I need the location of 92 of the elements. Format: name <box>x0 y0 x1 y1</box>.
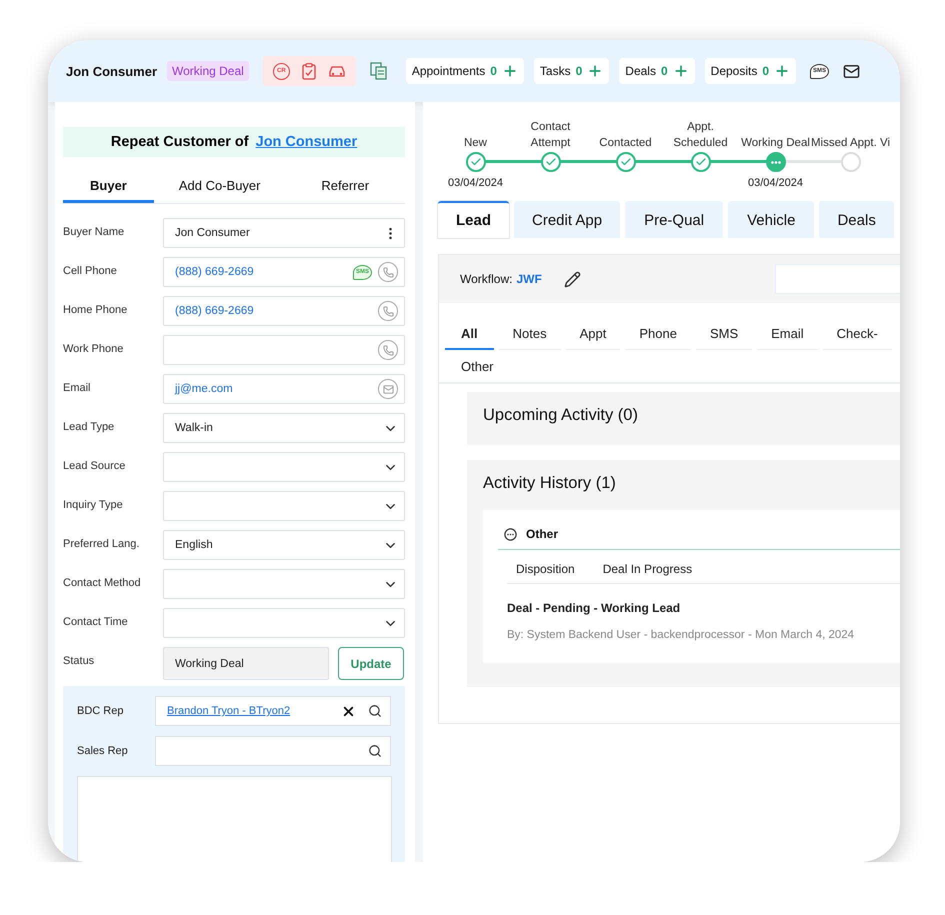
mail-icon[interactable] <box>843 62 860 80</box>
input-field[interactable]: jj@me.com <box>163 374 405 404</box>
step-label: New <box>464 136 487 151</box>
notes-field[interactable] <box>77 776 392 862</box>
rep-label: Sales Rep <box>77 744 129 757</box>
search-field[interactable] <box>775 264 900 294</box>
ellipsis-icon <box>770 160 780 164</box>
buyer-tab[interactable]: Buyer <box>63 171 154 203</box>
step-label: Contacted <box>599 136 652 151</box>
input-field[interactable]: Jon Consumer <box>163 218 405 248</box>
status-field: Working Deal <box>163 647 329 680</box>
select-field[interactable] <box>163 491 405 521</box>
section-tab[interactable]: Credit App <box>514 201 620 238</box>
activity-tab[interactable]: Email <box>757 318 818 350</box>
workflow-label: Workflow: <box>460 272 512 286</box>
counter-button[interactable]: Tasks 0 <box>534 58 610 84</box>
field-label: Contact Time <box>63 615 129 628</box>
step-label: Contact Attempt <box>530 120 570 151</box>
activity-tab[interactable]: Phone <box>625 318 691 350</box>
workflow-value: JWF <box>516 272 542 286</box>
field-label: Buyer Name <box>63 225 126 238</box>
step-date: 03/04/2024 <box>748 176 804 191</box>
entry-type: Other <box>526 527 558 541</box>
card-title: Upcoming Activity (0) <box>483 406 639 425</box>
activity-tab[interactable]: All <box>445 318 494 350</box>
counter-button[interactable]: Deposits 0 <box>704 58 796 84</box>
checklist-icon[interactable] <box>302 62 316 80</box>
plus-icon <box>502 63 518 79</box>
entry-summary: Deal - Pending - Working Lead <box>506 600 682 615</box>
select-field[interactable] <box>163 608 405 638</box>
field-label: Work Phone <box>63 342 124 355</box>
car-icon[interactable] <box>328 64 346 78</box>
input-field[interactable]: (888) 669-2669 <box>163 296 405 326</box>
field-label: Lead Type <box>63 420 116 433</box>
entry-byline: By: System Backend User - backendprocessor - Mon March 4, 2024 <box>506 628 856 641</box>
phone-icon[interactable] <box>378 301 398 321</box>
field-label: Status <box>63 654 96 667</box>
status-badge: Working Deal <box>167 61 249 81</box>
edit-icon[interactable] <box>564 270 581 288</box>
documents-icon[interactable] <box>370 62 388 80</box>
activity-tab[interactable]: SMS <box>696 318 752 350</box>
plus-icon <box>587 63 604 79</box>
check-icon <box>544 156 556 168</box>
activity-tab[interactable]: Appt <box>566 318 620 350</box>
search-icon[interactable] <box>368 704 382 718</box>
phone-icon[interactable] <box>378 262 398 282</box>
rep-label: BDC Rep <box>77 704 124 717</box>
rep-link[interactable]: Brandon Tryon - BTryon2 <box>167 705 329 717</box>
step-label: Missed Appt. Vi <box>810 136 890 151</box>
rep-field[interactable] <box>155 736 391 766</box>
ellipsis-circle-icon <box>504 528 517 540</box>
select-field[interactable]: Walk-in <box>163 413 405 443</box>
buyer-tab[interactable]: Add Co-Buyer <box>154 171 286 203</box>
field-label: Lead Source <box>63 459 126 472</box>
card-title: Activity History (1) <box>483 474 617 493</box>
step-label: Working Deal <box>741 136 810 151</box>
field-label: Cell Phone <box>63 264 118 277</box>
input-field[interactable] <box>163 335 405 365</box>
activity-tab[interactable]: Other <box>445 350 510 382</box>
select-field[interactable]: English <box>163 530 405 560</box>
disposition-value: Deal In Progress <box>602 562 692 576</box>
disposition-label: Disposition <box>516 562 575 576</box>
update-button[interactable]: Update <box>338 647 404 680</box>
step-date: 03/04/2024 <box>448 176 504 191</box>
section-tab[interactable]: Lead <box>438 201 510 238</box>
field-label: Contact Method <box>63 576 142 589</box>
field-label: Email <box>63 381 92 394</box>
section-tab[interactable]: Pre-Qual <box>625 201 724 238</box>
select-field[interactable] <box>163 569 405 599</box>
check-icon <box>620 156 632 168</box>
step-label: Appt. Scheduled <box>673 120 728 151</box>
select-field[interactable] <box>163 452 405 482</box>
section-tab[interactable]: Deals <box>819 201 894 238</box>
check-icon <box>470 156 482 168</box>
customer-link[interactable]: Jon Consumer <box>256 134 358 150</box>
counter-button[interactable]: Appointments 0 <box>406 58 524 84</box>
field-label: Home Phone <box>63 303 128 316</box>
buyer-tab[interactable]: Referrer <box>285 171 405 203</box>
plus-icon <box>672 63 689 79</box>
activity-tab[interactable]: Notes <box>498 318 561 350</box>
section-tab[interactable]: Vehicle <box>728 201 814 238</box>
phone-icon[interactable] <box>378 340 398 360</box>
field-label: Inquiry Type <box>63 498 124 511</box>
check-icon <box>694 156 706 168</box>
plus-icon <box>774 63 790 79</box>
rep-field[interactable]: Brandon Tryon - BTryon2 <box>155 696 391 726</box>
counter-button[interactable]: Deals 0 <box>619 58 695 84</box>
activity-tab[interactable]: Check- <box>822 318 892 350</box>
search-icon[interactable] <box>368 744 382 758</box>
customer-name: Jon Consumer <box>66 64 158 78</box>
field-label: Preferred Lang. <box>63 537 140 550</box>
banner-text: Repeat Customer of <box>110 134 249 150</box>
